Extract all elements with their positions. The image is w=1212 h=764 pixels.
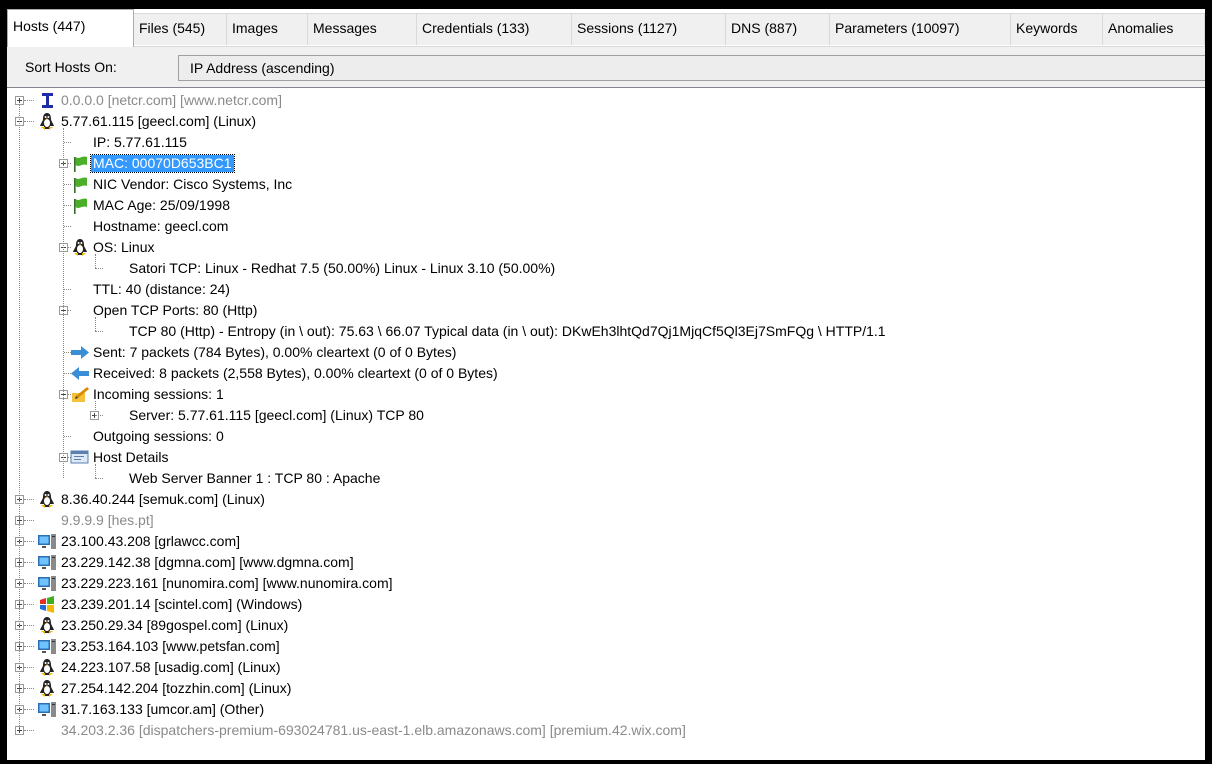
linux-tux-icon — [37, 490, 57, 509]
host-detail-node[interactable]: Web Server Banner 1 : TCP 80 : Apache — [7, 468, 1205, 489]
tree-node-label: 23.250.29.34 [89gospel.com] (Linux) — [61, 617, 289, 633]
network-device-icon — [37, 91, 57, 110]
sent-arrow-icon — [70, 343, 90, 362]
windows-logo-icon — [37, 595, 57, 614]
networkminer-window: Hosts (447) Files (545) Images Messages Cred… — [7, 9, 1205, 760]
host-node[interactable]: 23.253.164.103 [www.petsfan.com] — [7, 636, 1205, 657]
tree-node-label: 23.229.142.38 [dgmna.com] [www.dgmna.com… — [61, 554, 354, 570]
sort-bar: Sort Hosts On: IP Address (ascending) — [7, 47, 1205, 87]
tab-strip: Hosts (447) Files (545) Images Messages Cred… — [7, 9, 1205, 47]
computer-icon — [37, 700, 57, 719]
tree-node-label: 27.254.142.204 [tozzhin.com] (Linux) — [61, 680, 292, 696]
flag-icon — [70, 196, 90, 215]
host-detail-node[interactable]: MAC: 00070D653BC1 — [7, 153, 1205, 174]
tree-node-label: 23.239.201.14 [scintel.com] (Windows) — [61, 596, 303, 612]
tree-node-label: 31.7.163.133 [umcor.am] (Other) — [61, 701, 265, 717]
tree-node-label: Incoming sessions: 1 — [93, 386, 224, 402]
expand-icon[interactable] — [15, 96, 24, 105]
host-node[interactable]: 5.77.61.115 [geecl.com] (Linux) — [7, 111, 1205, 132]
tree-node-label: 23.100.43.208 [grlawcc.com] — [61, 533, 240, 549]
host-detail-node[interactable]: TCP 80 (Http) - Entropy (in \ out): 75.6… — [7, 321, 1205, 342]
tree-node-label: 23.229.223.161 [nunomira.com] [www.nunom… — [61, 575, 393, 591]
tree-node-label: 0.0.0.0 [netcr.com] [www.netcr.com] — [61, 92, 282, 108]
tab-sessions[interactable]: Sessions (1127) — [571, 13, 726, 45]
host-node[interactable]: 8.36.40.244 [semuk.com] (Linux) — [7, 489, 1205, 510]
host-node[interactable]: 27.254.142.204 [tozzhin.com] (Linux) — [7, 678, 1205, 699]
linux-tux-icon — [37, 616, 57, 635]
host-detail-node[interactable]: Sent: 7 packets (784 Bytes), 0.00% clear… — [7, 342, 1205, 363]
tree-node-label: TTL: 40 (distance: 24) — [93, 281, 230, 297]
host-detail-node[interactable]: Received: 8 packets (2,558 Bytes), 0.00%… — [7, 363, 1205, 384]
tree-node-label: 23.253.164.103 [www.petsfan.com] — [61, 638, 280, 654]
tab-messages[interactable]: Messages — [307, 13, 417, 45]
tree-node-label: Satori TCP: Linux - Redhat 7.5 (50.00%) … — [129, 260, 556, 276]
host-node[interactable]: 23.250.29.34 [89gospel.com] (Linux) — [7, 615, 1205, 636]
tree-node-label: TCP 80 (Http) - Entropy (in \ out): 75.6… — [129, 323, 886, 339]
linux-tux-icon — [70, 238, 90, 257]
tree-node-label: Host Details — [93, 449, 169, 465]
tab-credentials[interactable]: Credentials (133) — [416, 13, 572, 45]
tree-node-label: 24.223.107.58 [usadig.com] (Linux) — [61, 659, 281, 675]
host-node[interactable]: 34.203.2.36 [dispatchers-premium-6930247… — [7, 720, 1205, 741]
tree-node-label: MAC: 00070D653BC1 — [90, 154, 235, 173]
tree-node-label: Received: 8 packets (2,558 Bytes), 0.00%… — [93, 365, 498, 381]
tree-node-label: Outgoing sessions: 0 — [93, 428, 224, 444]
flag-icon — [70, 175, 90, 194]
host-detail-node[interactable]: MAC Age: 25/09/1998 — [7, 195, 1205, 216]
host-detail-node[interactable]: Open TCP Ports: 80 (Http) — [7, 300, 1205, 321]
host-detail-node[interactable]: Incoming sessions: 1 — [7, 384, 1205, 405]
host-node[interactable]: 23.229.223.161 [nunomira.com] [www.nunom… — [7, 573, 1205, 594]
host-detail-node[interactable]: Hostname: geecl.com — [7, 216, 1205, 237]
computer-icon — [37, 574, 57, 593]
tab-anomalies[interactable]: Anomalies — [1102, 13, 1205, 45]
linux-tux-icon — [37, 112, 57, 131]
sort-hosts-select[interactable]: IP Address (ascending) — [178, 55, 1205, 81]
linux-tux-icon — [37, 679, 57, 698]
tab-files[interactable]: Files (545) — [133, 13, 227, 45]
host-node[interactable]: 24.223.107.58 [usadig.com] (Linux) — [7, 657, 1205, 678]
host-details-icon — [70, 448, 90, 467]
tab-keywords[interactable]: Keywords — [1010, 13, 1103, 45]
host-detail-node[interactable]: Server: 5.77.61.115 [geecl.com] (Linux) … — [7, 405, 1205, 426]
tree-node-label: Sent: 7 packets (784 Bytes), 0.00% clear… — [93, 344, 457, 360]
computer-icon — [37, 532, 57, 551]
tree-node-label: Web Server Banner 1 : TCP 80 : Apache — [129, 470, 381, 486]
host-detail-node[interactable]: TTL: 40 (distance: 24) — [7, 279, 1205, 300]
host-detail-node[interactable]: Host Details — [7, 447, 1205, 468]
incoming-sessions-icon — [70, 385, 90, 404]
host-detail-node[interactable]: IP: 5.77.61.115 — [7, 132, 1205, 153]
flag-icon — [70, 154, 90, 173]
tree-node-label: 9.9.9.9 [hes.pt] — [61, 512, 154, 528]
host-node[interactable]: 23.100.43.208 [grlawcc.com] — [7, 531, 1205, 552]
tree-node-label: OS: Linux — [93, 239, 155, 255]
host-node[interactable]: 31.7.163.133 [umcor.am] (Other) — [7, 699, 1205, 720]
tree-node-label: 5.77.61.115 [geecl.com] (Linux) — [61, 113, 257, 129]
tree-node-label: NIC Vendor: Cisco Systems, Inc — [93, 176, 293, 192]
tree-node-label: MAC Age: 25/09/1998 — [93, 197, 230, 213]
host-node[interactable]: 0.0.0.0 [netcr.com] [www.netcr.com] — [7, 90, 1205, 111]
host-node[interactable]: 23.239.201.14 [scintel.com] (Windows) — [7, 594, 1205, 615]
host-detail-node[interactable]: Satori TCP: Linux - Redhat 7.5 (50.00%) … — [7, 258, 1205, 279]
tab-parameters[interactable]: Parameters (10097) — [829, 13, 1011, 45]
host-detail-node[interactable]: Outgoing sessions: 0 — [7, 426, 1205, 447]
tab-images[interactable]: Images — [226, 13, 308, 45]
sort-hosts-label: Sort Hosts On: — [25, 59, 117, 75]
computer-icon — [37, 553, 57, 572]
tree-node-label: Server: 5.77.61.115 [geecl.com] (Linux) … — [129, 407, 424, 423]
host-node[interactable]: 23.229.142.38 [dgmna.com] [www.dgmna.com… — [7, 552, 1205, 573]
host-detail-node[interactable]: NIC Vendor: Cisco Systems, Inc — [7, 174, 1205, 195]
received-arrow-icon — [70, 364, 90, 383]
tab-hosts[interactable]: Hosts (447) — [7, 9, 134, 47]
tree-node-label: IP: 5.77.61.115 — [93, 134, 187, 150]
tree-node-label: Hostname: geecl.com — [93, 218, 229, 234]
tab-dns[interactable]: DNS (887) — [725, 13, 830, 45]
linux-tux-icon — [37, 658, 57, 677]
tree-node-label: Open TCP Ports: 80 (Http) — [93, 302, 258, 318]
tree-node-label: 34.203.2.36 [dispatchers-premium-6930247… — [61, 722, 686, 738]
host-detail-node[interactable]: OS: Linux — [7, 237, 1205, 258]
hosts-tree[interactable]: 0.0.0.0 [netcr.com] [www.netcr.com] 5.77.… — [7, 87, 1205, 760]
computer-icon — [37, 637, 57, 656]
host-node[interactable]: 9.9.9.9 [hes.pt] — [7, 510, 1205, 531]
tree-node-label: 8.36.40.244 [semuk.com] (Linux) — [61, 491, 265, 507]
